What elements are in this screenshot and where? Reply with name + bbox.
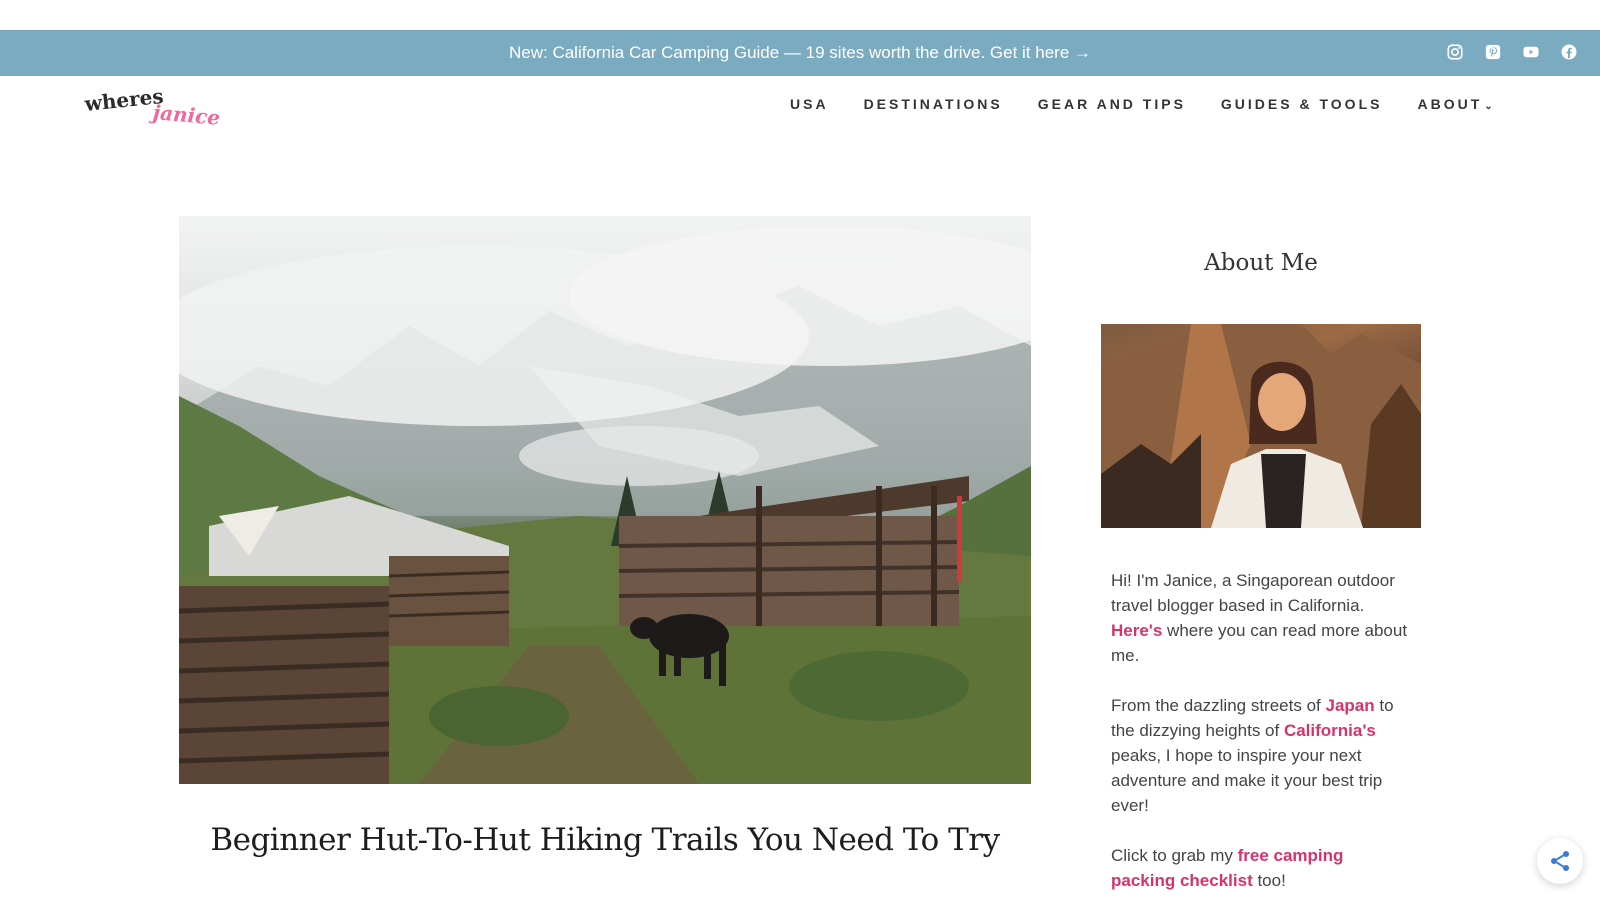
- article-title[interactable]: Beginner Hut-To-Hut Hiking Trails You Ne…: [179, 822, 1031, 858]
- about-link-california[interactable]: California's: [1284, 721, 1376, 740]
- author-photo: [1101, 324, 1421, 528]
- nav-item-about[interactable]: ABOUT ⌄: [1417, 96, 1492, 112]
- share-icon: [1551, 851, 1569, 871]
- about-text: Hi! I'm Janice, a Singaporean outdoor tr…: [1111, 568, 1411, 900]
- about-paragraph-3: Click to grab my free camping packing ch…: [1111, 843, 1411, 893]
- nav-item-usa[interactable]: USA: [790, 96, 829, 112]
- nav-item-about-label: ABOUT: [1417, 96, 1483, 112]
- sidebar-about: About Me Hi! I'm Janice, a Singaporean o…: [1101, 250, 1421, 890]
- nav-item-destinations[interactable]: DESTINATIONS: [864, 96, 1003, 112]
- chevron-down-icon: ⌄: [1484, 101, 1493, 112]
- social-links: [1446, 43, 1578, 61]
- about-p1-pre: Hi! I'm Janice, a Singaporean outdoor tr…: [1111, 571, 1395, 615]
- site-logo[interactable]: wheres janice: [83, 84, 222, 130]
- announcement-bar: New: California Car Camping Guide — 19 s…: [0, 30, 1600, 76]
- nav-item-guides-and-tools[interactable]: GUIDES & TOOLS: [1221, 96, 1383, 112]
- facebook-icon[interactable]: [1560, 43, 1578, 61]
- author-photo-illustration: [1101, 324, 1421, 528]
- announcement-text-wrap: New: California Car Camping Guide — 19 s…: [0, 30, 1600, 76]
- logo-text-janice: janice: [152, 100, 222, 130]
- youtube-icon[interactable]: [1522, 43, 1540, 61]
- about-paragraph-2: From the dazzling streets of Japan to th…: [1111, 693, 1411, 818]
- about-p3-post: too!: [1252, 871, 1286, 890]
- announcement-link[interactable]: New: California Car Camping Guide — 19 s…: [509, 43, 1091, 62]
- instagram-icon[interactable]: [1446, 43, 1464, 61]
- about-link-japan[interactable]: Japan: [1325, 696, 1374, 715]
- featured-image[interactable]: [179, 216, 1031, 784]
- about-title: About Me: [1204, 250, 1318, 276]
- primary-nav: USA DESTINATIONS GEAR AND TIPS GUIDES & …: [790, 96, 1528, 112]
- share-button[interactable]: [1537, 838, 1583, 884]
- about-p2-post: peaks, I hope to inspire your next adven…: [1111, 746, 1383, 815]
- nav-item-gear-and-tips[interactable]: GEAR AND TIPS: [1038, 96, 1186, 112]
- about-link-heres[interactable]: Here's: [1111, 621, 1162, 640]
- about-paragraph-1: Hi! I'm Janice, a Singaporean outdoor tr…: [1111, 568, 1411, 668]
- featured-image-illustration: [179, 226, 1031, 784]
- pinterest-icon[interactable]: [1484, 43, 1502, 61]
- about-p2-pre: From the dazzling streets of: [1111, 696, 1326, 715]
- about-p3-pre: Click to grab my: [1111, 846, 1238, 865]
